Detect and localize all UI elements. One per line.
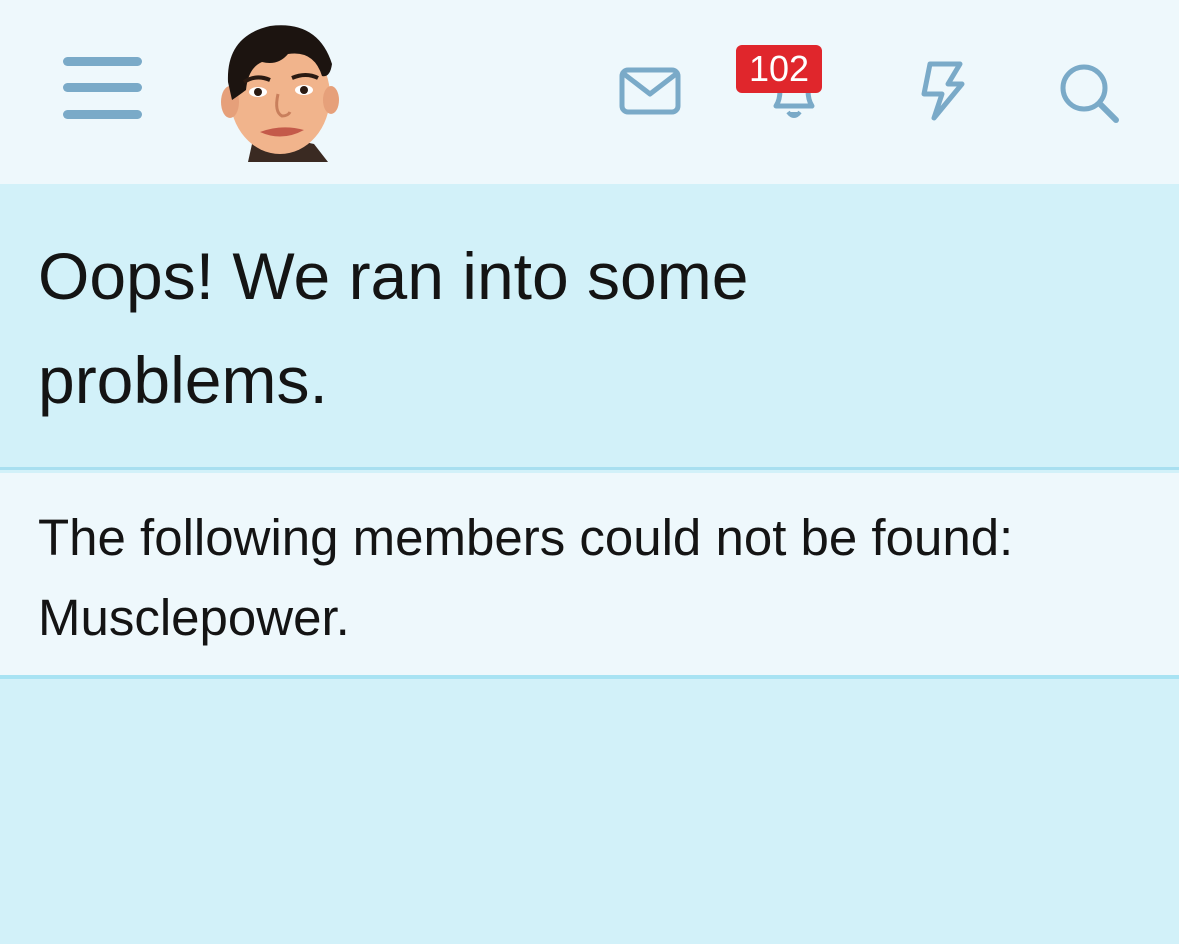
top-navigation-bar [0,0,1179,184]
error-message: The following members could not be found… [38,509,1014,646]
user-avatar[interactable] [218,20,340,162]
search-button[interactable] [1056,60,1122,126]
hamburger-menu-icon [63,57,142,119]
lightning-bolt-icon [921,61,965,121]
inbox-button[interactable] [618,66,682,118]
whats-new-button[interactable] [910,58,974,124]
avatar-image [221,25,339,162]
magnifier-icon [1060,64,1119,123]
menu-button[interactable] [56,50,148,130]
error-title: Oops! We ran into some problems. [38,239,749,417]
envelope-icon [619,67,681,115]
alerts-count-badge[interactable]: 102 [736,45,822,93]
